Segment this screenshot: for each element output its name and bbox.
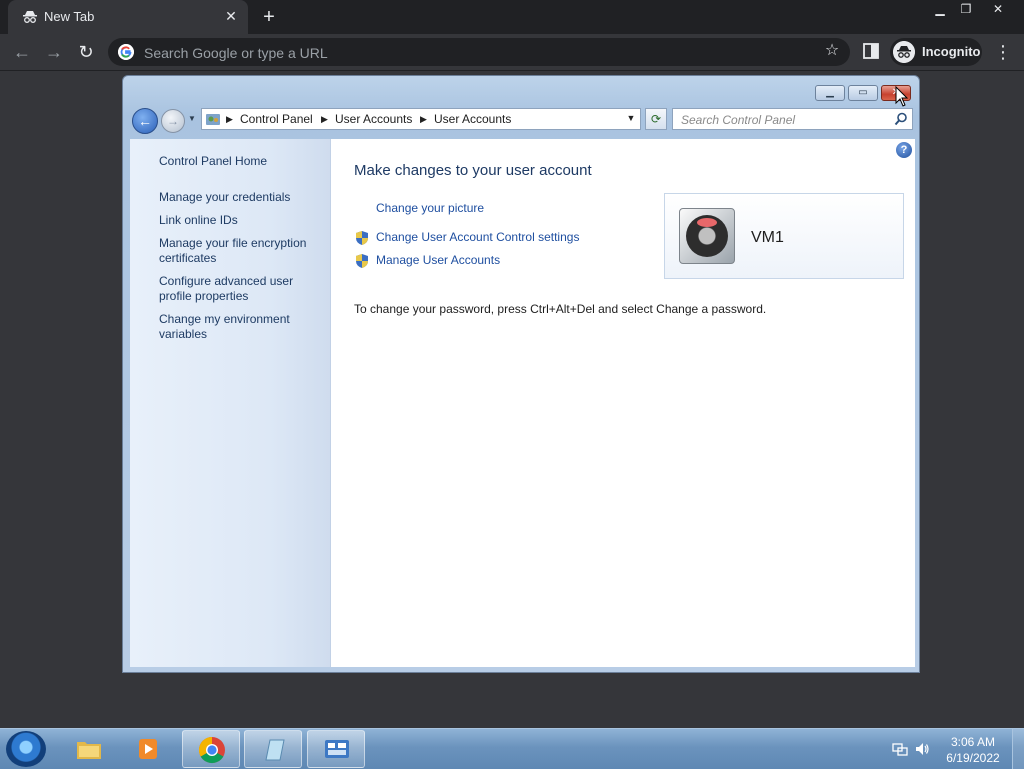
clock-date[interactable]: 6/19/2022	[942, 751, 1004, 765]
uac-shield-icon	[356, 231, 368, 245]
link-manage-credentials[interactable]: Manage your credentials	[159, 190, 324, 205]
search-input[interactable]	[679, 111, 888, 129]
control-panel-window: ▁ ▭ ✕ ← → ▼ ▶ Control Panel ▶ User Accou…	[122, 75, 920, 673]
search-control-panel-box[interactable]	[672, 108, 913, 130]
taskbar-chrome[interactable]	[182, 730, 240, 768]
chrome-icon	[198, 736, 225, 764]
main-content-pane: ? Make changes to your user account Chan…	[331, 139, 915, 667]
forward-button[interactable]: →	[161, 109, 185, 133]
link-uac-settings[interactable]: Change User Account Control settings	[376, 230, 579, 244]
browser-toolbar: ← → ↻ ☆ Incognito ⋮	[0, 34, 1024, 71]
folder-icon	[77, 742, 101, 759]
history-dropdown-icon[interactable]: ▼	[188, 114, 198, 124]
breadcrumb-control-panel[interactable]: Control Panel	[240, 112, 313, 126]
mouse-cursor-icon	[895, 86, 909, 107]
browser-menu-icon[interactable]: ⋮	[994, 40, 1012, 64]
start-button[interactable]	[6, 731, 46, 767]
close-browser-button[interactable]: ✕	[982, 0, 1014, 18]
taskbar-control-panel[interactable]	[307, 730, 365, 768]
incognito-profile-button[interactable]: Incognito	[890, 38, 982, 66]
user-name: VM1	[751, 229, 784, 246]
link-online-ids[interactable]: Link online IDs	[159, 213, 324, 228]
taskbar-explorer[interactable]	[60, 730, 118, 768]
bookmark-star-icon[interactable]: ☆	[822, 41, 842, 61]
notepad-icon	[265, 739, 285, 761]
search-icon[interactable]	[894, 112, 908, 126]
tab-new-tab[interactable]: New Tab ✕	[8, 0, 248, 34]
new-tab-button[interactable]: +	[258, 6, 280, 28]
window-client-area: Control Panel Home Manage your credentia…	[130, 139, 915, 667]
restore-browser-button[interactable]: ❐	[950, 0, 982, 18]
taskbar-media-player[interactable]	[120, 730, 178, 768]
tab-close-icon[interactable]: ✕	[222, 7, 240, 25]
minimize-window-button[interactable]: ▁	[815, 85, 845, 101]
reload-icon[interactable]: ↻	[74, 40, 98, 64]
breadcrumb[interactable]: ▶ Control Panel ▶ User Accounts ▶ User A…	[201, 108, 641, 130]
breadcrumb-arrow-icon[interactable]: ▶	[226, 114, 233, 125]
incognito-icon	[23, 11, 37, 23]
show-desktop-button[interactable]	[1012, 729, 1024, 769]
help-icon[interactable]: ?	[896, 142, 912, 158]
network-icon[interactable]	[892, 741, 908, 757]
back-arrow-icon[interactable]: ←	[10, 40, 34, 64]
breadcrumb-arrow-icon[interactable]: ▶	[321, 114, 328, 125]
address-row: ← → ▼ ▶ Control Panel ▶ User Accounts ▶ …	[131, 106, 913, 134]
taskbar: 3:06 AM 6/19/2022	[0, 728, 1024, 769]
incognito-label: Incognito	[922, 44, 981, 59]
breadcrumb-user-accounts[interactable]: User Accounts	[335, 112, 412, 126]
refresh-icon[interactable]: ⟳	[645, 108, 667, 130]
page-title: Make changes to your user account	[354, 162, 592, 179]
breadcrumb-arrow-icon[interactable]: ▶	[420, 114, 427, 125]
forward-arrow-icon[interactable]: →	[42, 40, 66, 64]
link-environment-variables[interactable]: Change my environment variables	[159, 312, 324, 342]
control-panel-taskbar-icon	[325, 740, 349, 758]
user-account-tile: VM1	[664, 193, 904, 279]
link-control-panel-home[interactable]: Control Panel Home	[159, 154, 324, 169]
uac-shield-icon	[356, 254, 368, 268]
google-icon	[118, 44, 134, 60]
left-navigation-pane: Control Panel Home Manage your credentia…	[130, 139, 331, 667]
link-file-encryption-certificates[interactable]: Manage your file encryption certificates	[159, 236, 324, 266]
breadcrumb-user-accounts-current[interactable]: User Accounts	[434, 112, 511, 126]
back-button[interactable]: ←	[132, 108, 158, 134]
turntable-label	[697, 218, 717, 227]
address-dropdown-icon[interactable]: ▼	[625, 113, 637, 125]
control-panel-icon	[206, 114, 220, 125]
maximize-window-button[interactable]: ▭	[848, 85, 878, 101]
taskbar-notepad[interactable]	[244, 730, 302, 768]
link-manage-user-accounts[interactable]: Manage User Accounts	[376, 253, 500, 267]
side-panel-icon[interactable]	[862, 42, 880, 60]
browser-tabstrip: New Tab ✕ + ▁ ❐ ✕	[0, 0, 1024, 34]
clock-time[interactable]: 3:06 AM	[942, 735, 1004, 749]
omnibox[interactable]: ☆	[108, 38, 850, 66]
media-player-icon	[139, 739, 157, 759]
password-note: To change your password, press Ctrl+Alt+…	[354, 302, 767, 316]
link-change-picture[interactable]: Change your picture	[376, 201, 484, 215]
user-picture[interactable]	[679, 208, 735, 264]
volume-icon[interactable]	[914, 741, 930, 757]
omnibox-input[interactable]	[142, 42, 816, 64]
tab-title: New Tab	[44, 9, 95, 24]
incognito-avatar-icon	[893, 41, 915, 63]
link-advanced-profile-properties[interactable]: Configure advanced user profile properti…	[159, 274, 324, 304]
